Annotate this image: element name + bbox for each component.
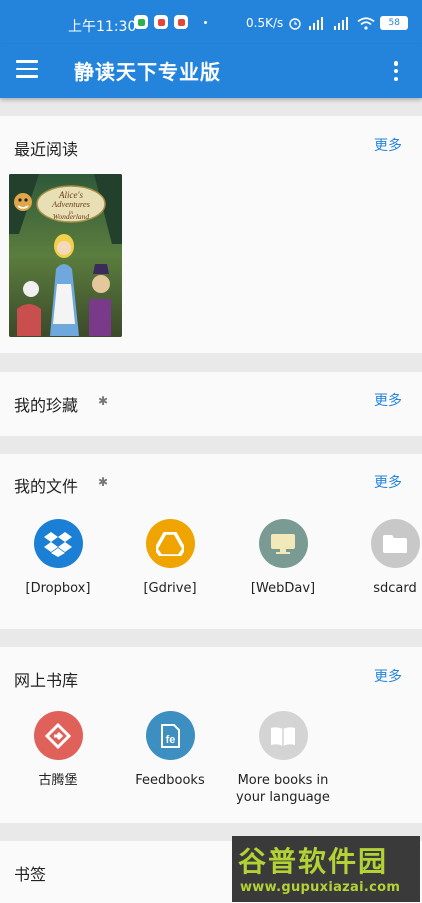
bookmarks-title: 书签 [14,865,47,884]
files-title: 我的文件 [14,477,79,496]
file-item-label: [Gdrive] [143,581,197,596]
app-title: 静读天下专业版 [74,60,221,84]
shield-app-icon [134,15,148,29]
book-cover[interactable]: Alice's Adventures in Wonderland [9,174,122,337]
library-item-label: Feedbooks [135,773,205,788]
net-speed: 0.5K/s [246,16,284,30]
file-item-label: [WebDav] [250,581,316,596]
library-title: 网上书库 [14,671,79,690]
app-bar: 静读天下专业版 [0,44,422,98]
more-options-icon[interactable] [391,59,401,83]
favorites-title: 我的珍藏 [14,396,79,415]
watermark-logo: 谷普软件园 www.gupuxiazai.com [232,836,420,902]
notification-icons [134,15,207,29]
library-item-label: More books in your language [236,773,330,805]
gdrive-icon [145,519,195,568]
red-app-icon-2 [174,15,188,29]
book-icon [258,711,308,760]
files-more-link[interactable]: 更多 [374,472,402,492]
folder-icon [370,519,420,568]
file-item-dropbox[interactable]: [Dropbox] [8,519,108,597]
book-title-line4: Wonderland [53,212,90,221]
library-item-more-books[interactable]: More books in your language [233,711,333,806]
watermark-url: www.gupuxiazai.com [240,880,401,895]
alarm-icon [289,18,301,30]
gutenberg-icon [33,711,83,760]
file-item-label: sdcard [373,581,417,596]
wifi-icon [357,16,375,30]
status-right: 0.5K/s 58 [246,16,409,30]
signal-icon-2 [334,16,349,30]
status-bar: 上午11:30 0.5K/s 58 [0,0,422,44]
book-cover-art: Alice's Adventures in Wonderland [9,174,122,337]
file-item-gdrive[interactable]: [Gdrive] [120,519,220,597]
signal-icon [309,16,324,30]
book-title-line2: Adventures [51,199,91,209]
files-settings-icon[interactable]: ✱ [98,475,108,489]
recent-reading-title: 最近阅读 [14,140,79,159]
file-item-webdav[interactable]: [WebDav] [233,519,333,597]
library-item-label: 古腾堡 [38,773,78,788]
recent-more-link[interactable]: 更多 [374,135,402,155]
webdav-icon [258,519,308,568]
library-more-link[interactable]: 更多 [374,666,402,686]
battery-icon: 58 [380,16,409,30]
file-item-label: [Dropbox] [25,581,91,596]
status-time: 上午11:30 [68,19,137,35]
favorites-more-link[interactable]: 更多 [374,390,402,410]
feedbooks-icon: fe [145,711,195,760]
library-item-gutenberg[interactable]: 古腾堡 [8,711,108,789]
red-app-icon [154,15,168,29]
watermark-brand: 谷普软件园 [238,845,389,878]
more-notifications-dot [204,20,207,24]
dropbox-icon [33,519,83,568]
library-item-feedbooks[interactable]: fe Feedbooks [120,711,220,789]
menu-icon[interactable] [16,60,38,78]
file-item-sdcard[interactable]: sdcard [345,519,422,597]
svg-text:fe: fe [166,734,176,746]
favorites-settings-icon[interactable]: ✱ [98,394,108,408]
